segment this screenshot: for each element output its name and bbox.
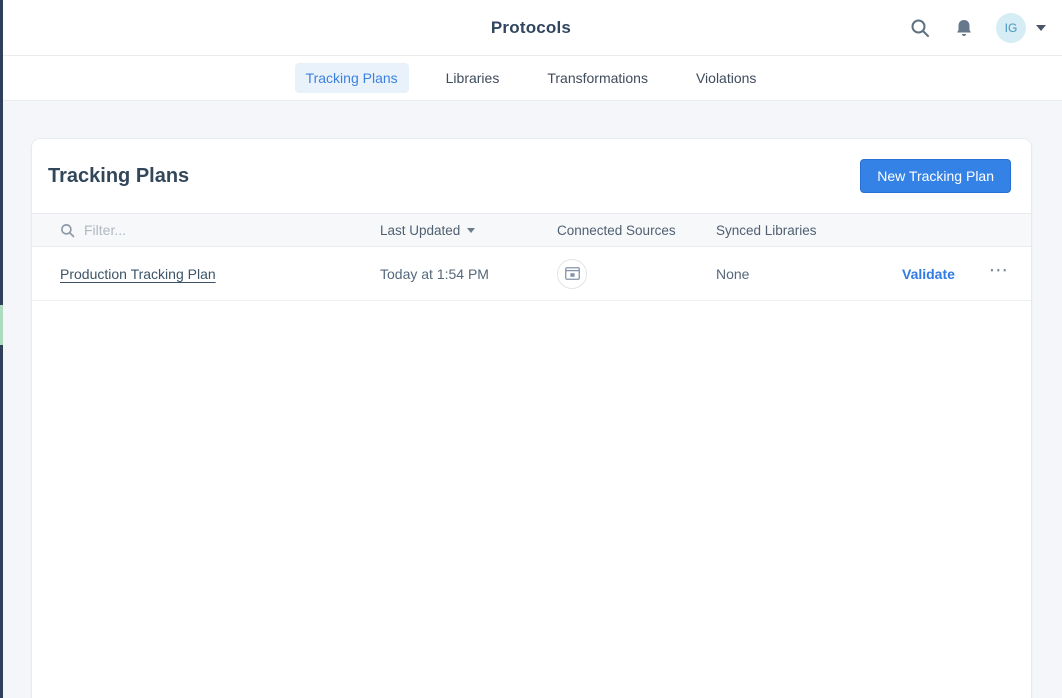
browser-window-icon[interactable] bbox=[557, 259, 587, 289]
tab-transformations[interactable]: Transformations bbox=[536, 63, 659, 93]
sidebar-green-indicator bbox=[0, 305, 3, 345]
page-title: Protocols bbox=[0, 0, 1062, 56]
table-header-row: Last Updated Connected Sources Synced Li… bbox=[32, 213, 1031, 247]
column-label-last-updated: Last Updated bbox=[380, 223, 460, 238]
tab-violations[interactable]: Violations bbox=[685, 63, 767, 93]
connected-sources-cell bbox=[557, 259, 716, 289]
column-connected-sources: Connected Sources bbox=[557, 223, 716, 238]
user-menu[interactable]: IG bbox=[996, 13, 1046, 43]
tab-tracking-plans[interactable]: Tracking Plans bbox=[295, 63, 409, 93]
header-actions: IG bbox=[908, 0, 1046, 56]
synced-libraries-value: None bbox=[716, 266, 902, 282]
card-title: Tracking Plans bbox=[48, 165, 189, 188]
cropped-sidebar-sliver bbox=[0, 0, 3, 698]
table-row: Production Tracking Plan Today at 1:54 P… bbox=[32, 247, 1031, 301]
card-header: Tracking Plans New Tracking Plan bbox=[32, 139, 1031, 213]
column-last-updated[interactable]: Last Updated bbox=[380, 223, 557, 238]
tab-bar: Tracking Plans Libraries Transformations… bbox=[0, 56, 1062, 101]
new-tracking-plan-button[interactable]: New Tracking Plan bbox=[860, 159, 1011, 193]
app-header: Protocols IG bbox=[0, 0, 1062, 56]
tracking-plans-card: Tracking Plans New Tracking Plan Last Up… bbox=[32, 139, 1031, 698]
caret-down-icon bbox=[1036, 25, 1046, 31]
validate-link[interactable]: Validate bbox=[902, 266, 955, 282]
avatar[interactable]: IG bbox=[996, 13, 1026, 43]
filter-search-icon bbox=[60, 223, 75, 238]
tab-libraries[interactable]: Libraries bbox=[435, 63, 511, 93]
filter-cell bbox=[60, 222, 380, 238]
bell-icon[interactable] bbox=[952, 16, 976, 40]
overflow-menu-icon[interactable]: ⋯ bbox=[987, 259, 1011, 288]
filter-input[interactable] bbox=[84, 222, 304, 238]
tracking-plan-link[interactable]: Production Tracking Plan bbox=[60, 266, 216, 282]
row-actions: Validate ⋯ bbox=[902, 259, 1011, 288]
last-updated-value: Today at 1:54 PM bbox=[380, 266, 557, 282]
sort-caret-down-icon bbox=[467, 228, 475, 233]
search-icon[interactable] bbox=[908, 16, 932, 40]
column-synced-libraries: Synced Libraries bbox=[716, 223, 902, 238]
page-content: Tracking Plans New Tracking Plan Last Up… bbox=[0, 101, 1062, 698]
